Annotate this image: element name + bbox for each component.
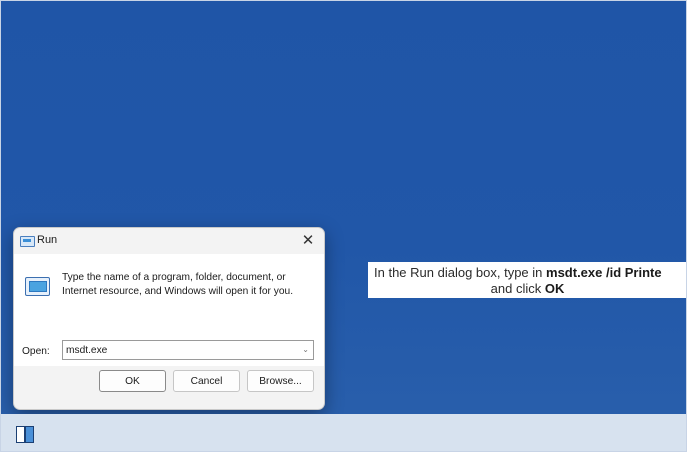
caption-command: msdt.exe /id Printe: [546, 265, 662, 280]
caption-line-1-text: In the Run dialog box, type in: [374, 265, 547, 280]
caption-line-2-text: and click: [490, 281, 545, 296]
run-title: Run: [37, 234, 58, 246]
open-combobox[interactable]: ⌄: [62, 340, 314, 360]
run-program-icon: [25, 277, 50, 296]
cancel-button[interactable]: Cancel: [173, 370, 240, 392]
instruction-caption: In the Run dialog box, type in msdt.exe …: [368, 262, 687, 298]
close-button[interactable]: ✕: [298, 231, 318, 251]
run-dialog: Run ✕ Type the name of a program, folder…: [13, 227, 325, 410]
taskbar: [0, 414, 687, 452]
open-label: Open:: [22, 346, 50, 357]
browse-button[interactable]: Browse...: [247, 370, 314, 392]
run-title-bar[interactable]: Run ✕: [14, 228, 324, 254]
caption-ok: OK: [544, 281, 565, 296]
run-icon: [20, 236, 35, 247]
run-instructions: Type the name of a program, folder, docu…: [62, 272, 294, 297]
caption-line-1: In the Run dialog box, type in msdt.exe …: [374, 265, 662, 280]
ok-button[interactable]: OK: [99, 370, 166, 392]
caption-line-2: and click OK: [368, 281, 687, 296]
chevron-down-icon[interactable]: ⌄: [302, 343, 309, 357]
taskbar-icon-right-pane: [25, 426, 34, 443]
run-body: Type the name of a program, folder, docu…: [14, 254, 324, 366]
taskbar-icon-left-pane: [16, 426, 25, 443]
taskbar-window-icon[interactable]: [16, 426, 34, 443]
open-input[interactable]: [66, 341, 294, 359]
